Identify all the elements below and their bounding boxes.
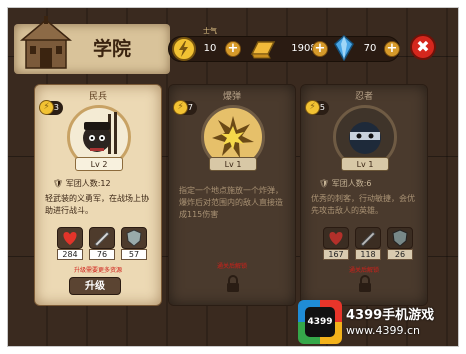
unlock-hint: 通关后解锁 [348,267,379,274]
energy-value: 10 [203,43,217,54]
unit-level: Lv 1 [209,157,257,171]
corps-size: 🛡 军团人数:6 [319,178,372,189]
lock-icon [359,275,371,292]
unit-description: 优秀的刺客，行动敏捷，会优先攻击敌人的英雄。 [311,194,415,215]
heart-icon [323,227,349,249]
add-crystal-button[interactable]: + [384,41,400,57]
lightning-icon: ⚡ [39,100,54,115]
crystal-icon [334,35,354,61]
unit-description: 指定一个地点施放一个炸弹，爆炸后对范围内的敌人直接造成115伤害 [179,186,283,219]
cost-value: 5 [319,103,325,112]
watermark: 4399 4399手机游戏 www.4399.cn [298,300,458,346]
upgrade-button[interactable]: 升级 [69,277,121,295]
cost-badge: ⚡ 5 [305,100,329,115]
academy-building-icon [20,16,72,69]
unlock-hint: 通关后解锁 [216,263,247,270]
4399-logo-icon: 4399 [298,300,342,344]
page-title: 学院 [92,38,131,60]
cost-value: 7 [187,103,193,112]
logo-text: 4399 [305,307,335,337]
armor-icon [121,227,147,249]
armor-icon [387,227,413,249]
unit-description: 轻武装的义勇军，在战场上协助进行战斗。 [45,194,149,215]
upgrade-warning: 升级需要更多资源 [73,267,122,274]
corps-size-text: 军团人数:6 [331,179,372,188]
heart-icon [57,227,83,249]
corps-size: 🛡 军团人数:12 [53,178,111,189]
shield-icon: 🛡 [53,179,64,188]
crystal-value: 70 [363,43,377,54]
unit-card-bomb[interactable]: 爆弹 ⚡ 7 Lv 1 指定一个地点施放一个炸弹，爆炸后对范围内的敌人直接造成11… [168,84,296,306]
lightning-icon: ⚡ [305,100,320,115]
unit-level: Lv 2 [75,157,123,171]
gold-bar-icon [250,41,276,59]
lightning-icon: ⚡ [173,100,188,115]
corps-size-text: 军团人数:12 [65,179,111,188]
add-energy-button[interactable]: + [225,41,241,57]
armor-value: 26 [387,249,413,260]
add-gold-button[interactable]: + [312,41,328,57]
lock-icon [227,275,239,292]
unit-card-ninja[interactable]: 忍者 ⚡ 5 Lv 1 🛡 军团人数:6 优秀的刺客，行动敏捷，会优先攻击敌人的英… [300,84,428,306]
attack-value: 118 [355,249,381,260]
unit-card-militia[interactable]: 民兵 ⚡ 3 Lv 2 🛡 军团人数:12 轻武装的义勇军，在战场上协助进行战斗。… [34,84,162,306]
cost-badge: ⚡ 3 [39,100,63,115]
sword-icon [355,227,381,249]
cost-value: 3 [53,103,59,112]
lightning-icon [172,37,196,61]
attack-value: 76 [89,249,115,260]
cost-badge: ⚡ 7 [173,100,197,115]
watermark-brand: 4399手机游戏 [346,308,435,323]
armor-value: 57 [121,249,147,260]
close-button[interactable]: ✖ [410,34,436,60]
shield-icon: 🛡 [319,179,330,188]
hp-value: 284 [57,249,83,260]
stamina-label: 士气 [203,27,217,35]
unit-level: Lv 1 [341,157,389,171]
hp-value: 167 [323,249,349,260]
watermark-url: www.4399.cn [346,324,420,337]
sword-icon [89,227,115,249]
